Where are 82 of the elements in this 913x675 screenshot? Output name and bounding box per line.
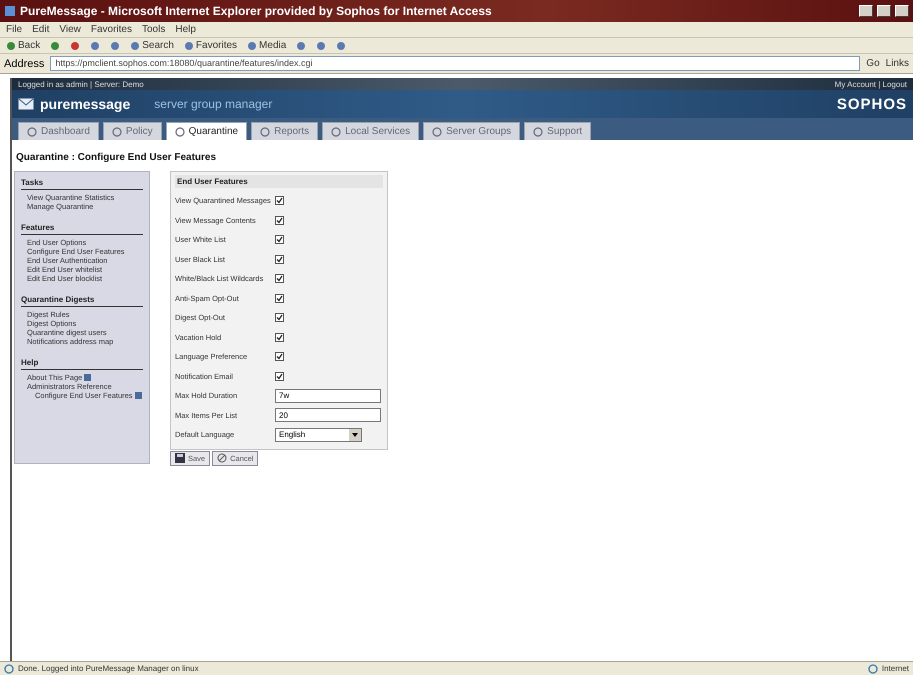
links-button[interactable]: Links — [886, 58, 909, 69]
panel-title: End User Features — [175, 175, 383, 188]
sidebar-heading: Features — [21, 223, 143, 235]
address-label: Address — [4, 58, 44, 70]
toolbar-button[interactable]: Favorites — [184, 40, 238, 51]
tab[interactable]: Quarantine — [166, 122, 248, 140]
toolbar-icon[interactable] — [336, 40, 346, 50]
checkbox[interactable] — [275, 372, 284, 381]
check-icon — [276, 216, 283, 224]
circle-icon — [432, 126, 442, 136]
status-text: Done. Logged into PureMessage Manager on linux — [18, 664, 200, 673]
tab[interactable]: Reports — [251, 122, 318, 140]
circle-icon — [6, 40, 16, 50]
menu-item[interactable]: File — [6, 24, 22, 35]
tab[interactable]: Dashboard — [18, 122, 99, 140]
language-select[interactable]: English — [275, 428, 362, 442]
toolbar-icon[interactable] — [90, 40, 100, 50]
account-link[interactable]: My Account | Logout — [834, 80, 907, 88]
circle-icon — [247, 40, 258, 50]
close-button[interactable] — [895, 5, 909, 17]
check-icon — [276, 275, 283, 282]
circle-icon — [27, 126, 37, 136]
toolbar-button[interactable]: Media — [247, 40, 286, 51]
checkbox[interactable] — [275, 254, 284, 264]
menu-item[interactable]: Help — [175, 24, 196, 35]
check-icon — [276, 294, 283, 302]
menu-item[interactable]: Favorites — [90, 24, 132, 35]
maximize-button[interactable] — [877, 5, 891, 17]
cancel-icon — [217, 453, 228, 463]
checkbox[interactable] — [275, 196, 284, 206]
checkbox[interactable] — [275, 216, 284, 225]
circle-icon — [331, 126, 342, 136]
check-icon — [276, 236, 283, 244]
tab[interactable]: Local Services — [322, 122, 420, 140]
checkbox[interactable] — [275, 294, 284, 303]
tab[interactable]: Policy — [102, 122, 162, 140]
tab[interactable]: Server Groups — [423, 122, 520, 140]
circle-icon — [130, 40, 140, 50]
sidebar-heading: Tasks — [21, 178, 143, 190]
circle-icon — [184, 40, 194, 50]
toolbar-icon[interactable] — [296, 40, 306, 50]
toolbar-icon[interactable] — [316, 40, 326, 50]
brand-name: SOPHOS — [836, 96, 907, 112]
product-name: puremessage — [40, 96, 130, 112]
login-info: Logged in as admin | Server: Demo — [18, 80, 144, 88]
minimize-button[interactable] — [859, 5, 873, 17]
toolbar-icon[interactable] — [110, 40, 120, 50]
circle-icon — [533, 126, 544, 136]
go-button[interactable]: Go — [866, 58, 880, 69]
checkbox[interactable] — [275, 352, 284, 362]
check-icon — [276, 197, 283, 204]
product-subtitle: server group manager — [154, 97, 274, 111]
toolbar-icon[interactable] — [70, 40, 80, 50]
circle-icon — [112, 126, 122, 136]
toolbar-icon[interactable] — [50, 40, 60, 50]
sidebar-heading: Quarantine Digests — [21, 295, 143, 307]
toolbar-button[interactable]: Search — [130, 40, 174, 51]
check-icon — [276, 256, 283, 263]
breadcrumb: Quarantine : Configure End User Features — [15, 151, 218, 165]
input-field[interactable]: 7w — [275, 388, 381, 403]
check-icon — [276, 334, 283, 341]
zone-text: Internet — [882, 664, 909, 673]
check-icon — [276, 314, 283, 322]
menu-item[interactable]: Tools — [142, 24, 166, 35]
circle-icon — [260, 126, 270, 136]
check-icon — [276, 372, 283, 380]
browser-icon — [4, 5, 16, 17]
input-field[interactable]: 20 — [275, 408, 381, 422]
window-title: PureMessage - Microsoft Internet Explorer provided by Sophos for Internet Access — [20, 4, 493, 18]
checkbox[interactable] — [275, 235, 284, 244]
menu-item[interactable]: View — [59, 24, 81, 35]
menu-item[interactable]: Edit — [32, 24, 50, 35]
checkbox[interactable] — [275, 332, 284, 342]
toolbar-button[interactable]: Back — [6, 40, 40, 51]
circle-icon — [174, 126, 185, 136]
tab[interactable]: Support — [524, 122, 592, 140]
checkbox[interactable] — [275, 313, 284, 322]
envelope-icon — [18, 98, 34, 110]
check-icon — [276, 353, 283, 360]
sidebar-heading: Help — [21, 358, 143, 370]
checkbox[interactable] — [275, 274, 284, 284]
address-field[interactable]: https://pmclient.sophos.com:18080/quarantine/features/index.cgi — [50, 56, 860, 71]
